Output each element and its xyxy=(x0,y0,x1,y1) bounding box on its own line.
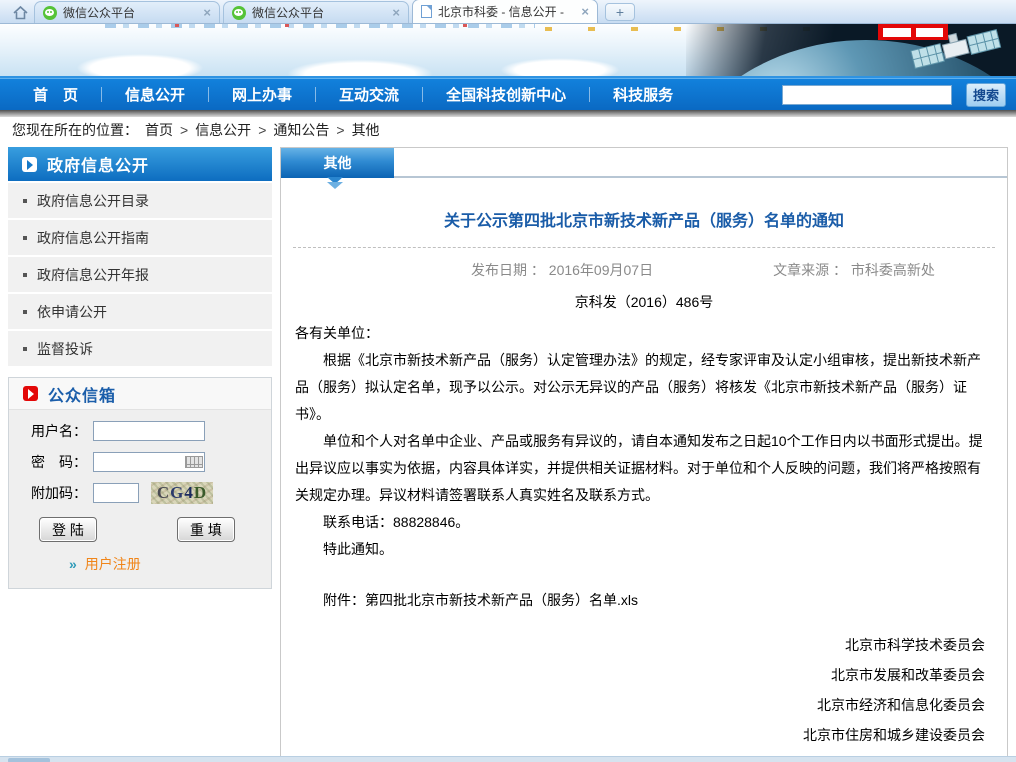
tab-title: 微信公众平台 xyxy=(252,4,386,21)
public-mailbox-panel: 公众信箱 用户名： 密 码： 附加码： xyxy=(8,377,272,589)
source-label: 文章来源 ： xyxy=(773,262,847,278)
breadcrumb-item-other[interactable]: 其他 xyxy=(352,120,380,140)
browser-tab-active-bjkw[interactable]: 北京市科委 - 信息公开 - × xyxy=(412,0,598,23)
paragraph: 根据《北京市新技术新产品（服务）认定管理办法》的规定，经专家评审及认定小组审核，… xyxy=(295,347,993,428)
banner-text-remnant xyxy=(105,24,535,28)
site-search-button[interactable]: 搜索 xyxy=(966,83,1006,107)
article-panel: 其他 关于公示第四批北京市新技术新产品（服务）名单的通知 发布日期 ： 2016… xyxy=(280,147,1008,757)
wechat-icon xyxy=(43,6,57,20)
breadcrumb-item-notices[interactable]: 通知公告 xyxy=(273,120,329,140)
scrollbar-thumb[interactable] xyxy=(8,758,50,762)
nav-item-info-disclosure[interactable]: 信息公开 xyxy=(102,84,208,105)
browser-tab-wechat-1[interactable]: 微信公众平台 × xyxy=(34,1,220,23)
tab-close-icon[interactable]: × xyxy=(581,4,589,19)
red-arrow-icon xyxy=(23,386,38,401)
paragraph: 单位和个人对名单中企业、产品或服务有异议的，请自本通知发布之日起10个工作日内以… xyxy=(295,428,993,509)
sidebar-item-gov-annual-report[interactable]: 政府信息公开年报 xyxy=(8,257,272,292)
breadcrumb-item-home[interactable]: 首页 xyxy=(145,120,173,140)
salutation: 各有关单位： xyxy=(295,320,993,347)
captcha-image[interactable]: C G 4 D xyxy=(151,482,213,504)
breadcrumb-separator: > xyxy=(258,122,266,138)
new-tab-button[interactable]: + xyxy=(605,3,635,21)
signature-line: 北京市经济和信息化委员会 xyxy=(281,690,985,720)
sidebar-gov-header: 政府信息公开 xyxy=(8,147,272,181)
mailbox-login-form: 用户名： 密 码： 附加码： C G 4 xyxy=(9,410,271,588)
double-chevron-icon: » xyxy=(69,556,77,572)
nav-item-online-services[interactable]: 网上办事 xyxy=(209,84,315,105)
banner-red-badge xyxy=(878,24,948,40)
breadcrumb-item-info[interactable]: 信息公开 xyxy=(195,120,251,140)
signature-line: 北京市发展和改革委员会 xyxy=(281,660,985,690)
site-search-input[interactable] xyxy=(782,85,952,105)
article-title: 关于公示第四批北京市新技术新产品（服务）名单的通知 xyxy=(281,207,1007,231)
site-banner xyxy=(0,24,1016,78)
bullet-icon xyxy=(23,347,27,351)
wechat-icon xyxy=(232,6,246,20)
nav-item-tech-services[interactable]: 科技服务 xyxy=(590,84,696,105)
soft-keyboard-icon[interactable] xyxy=(185,456,203,468)
dashed-divider xyxy=(293,247,995,248)
mailbox-header: 公众信箱 xyxy=(9,378,271,410)
paragraph-closing: 特此通知。 xyxy=(295,536,993,563)
breadcrumb: 您现在所在的位置： 首页 > 信息公开 > 通知公告 > 其他 xyxy=(0,117,1016,143)
username-label: 用户名： xyxy=(31,421,93,441)
sidebar-item-apply-disclosure[interactable]: 依申请公开 xyxy=(8,294,272,329)
breadcrumb-prefix: 您现在所在的位置： xyxy=(12,120,138,140)
signature-line: 北京市住房和城乡建设委员会 xyxy=(281,720,985,750)
register-link[interactable]: » 用户注册 xyxy=(69,554,271,574)
bullet-icon xyxy=(23,273,27,277)
home-icon xyxy=(12,5,29,21)
publish-date-value: 2016年09月07日 xyxy=(549,262,653,278)
article-body: 各有关单位： 根据《北京市新技术新产品（服务）认定管理办法》的规定，经专家评审及… xyxy=(295,320,993,614)
bullet-icon xyxy=(23,199,27,203)
content-tab-bar: 其他 xyxy=(281,148,1007,178)
tab-pointer-icon xyxy=(281,178,1007,191)
mailbox-title: 公众信箱 xyxy=(48,382,116,406)
publish-date-label: 发布日期 ： xyxy=(471,262,545,278)
breadcrumb-top-strip xyxy=(0,110,1016,117)
sidebar-gov-title: 政府信息公开 xyxy=(47,152,149,176)
browser-tab-wechat-2[interactable]: 微信公众平台 × xyxy=(223,1,409,23)
browser-tab-bar: 微信公众平台 × 微信公众平台 × 北京市科委 - 信息公开 - × + xyxy=(0,0,1016,24)
username-input[interactable] xyxy=(93,421,205,441)
breadcrumb-separator: > xyxy=(180,122,188,138)
signature-line: 北京市科学技术委员会 xyxy=(281,630,985,660)
document-number: 京科发（2016）486号 xyxy=(281,292,1007,312)
tab-other[interactable]: 其他 xyxy=(281,148,394,178)
sidebar-item-gov-guide[interactable]: 政府信息公开指南 xyxy=(8,220,272,255)
source-value: 市科委高新处 xyxy=(851,262,935,278)
attachment-link[interactable]: 附件：第四批北京市新技术新产品（服务）名单.xls xyxy=(295,587,993,614)
tab-close-icon[interactable]: × xyxy=(392,5,400,20)
horizontal-scrollbar[interactable] xyxy=(0,756,1016,762)
reset-button[interactable]: 重 填 xyxy=(177,517,235,542)
main-navigation: 首 页 信息公开 网上办事 互动交流 全国科技创新中心 科技服务 搜索 xyxy=(0,78,1016,110)
bullet-icon xyxy=(23,310,27,314)
bullet-icon xyxy=(23,236,27,240)
arrow-icon xyxy=(22,157,37,172)
nav-item-innovation-center[interactable]: 全国科技创新中心 xyxy=(423,84,589,105)
login-button[interactable]: 登 陆 xyxy=(39,517,97,542)
nav-item-interaction[interactable]: 互动交流 xyxy=(316,84,422,105)
signature-block: 北京市科学技术委员会 北京市发展和改革委员会 北京市经济和信息化委员会 北京市住… xyxy=(281,630,1007,762)
nav-item-home[interactable]: 首 页 xyxy=(10,84,101,105)
sidebar: 政府信息公开 政府信息公开目录 政府信息公开指南 政府信息公开年报 依申请公开 … xyxy=(8,147,272,589)
sidebar-item-supervision-complaint[interactable]: 监督投诉 xyxy=(8,331,272,366)
captcha-input[interactable] xyxy=(93,483,139,503)
breadcrumb-separator: > xyxy=(336,122,344,138)
article-meta: 发布日期 ： 2016年09月07日 文章来源 ： 市科委高新处 xyxy=(281,260,1007,280)
tab-title: 北京市科委 - 信息公开 - xyxy=(438,3,575,20)
tab-close-icon[interactable]: × xyxy=(203,5,211,20)
page-icon xyxy=(421,5,432,18)
password-label: 密 码： xyxy=(31,452,93,472)
tab-title: 微信公众平台 xyxy=(63,4,197,21)
captcha-label: 附加码： xyxy=(31,483,93,503)
paragraph-phone: 联系电话：88828846。 xyxy=(295,509,993,536)
home-button[interactable] xyxy=(6,2,34,23)
sidebar-item-gov-catalog[interactable]: 政府信息公开目录 xyxy=(8,183,272,218)
